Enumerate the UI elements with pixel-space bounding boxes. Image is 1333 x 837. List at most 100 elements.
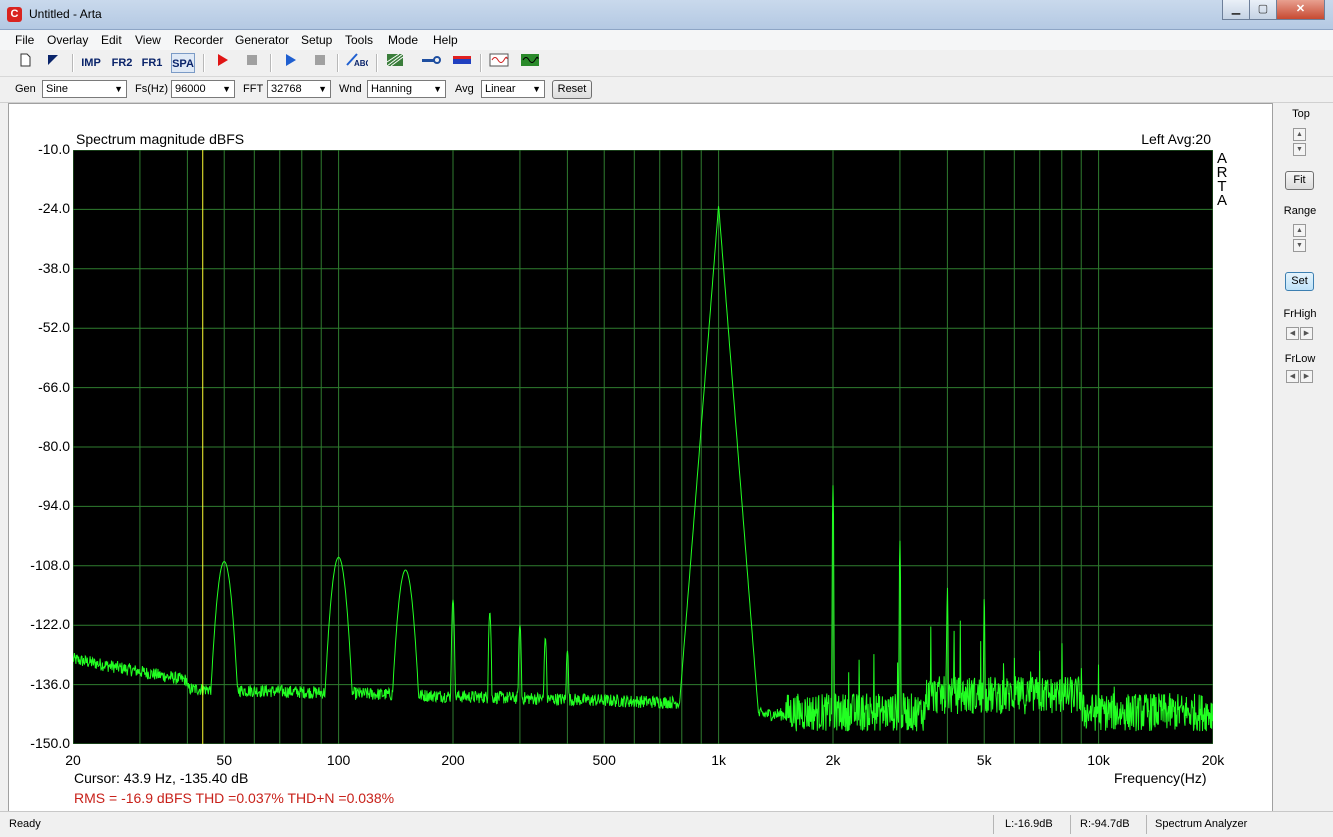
x-tick-label: 2k [825,752,841,768]
impulse-mode-button[interactable]: IMP [79,53,103,73]
menu-view[interactable]: View [135,33,161,47]
y-tick-label: -136.0 [30,675,70,692]
arta-watermark: A R T A [1215,151,1229,209]
frhigh-left-button[interactable]: ◀ [1286,327,1299,340]
range-label: Range [1283,205,1317,217]
y-tick-label: -38.0 [38,259,70,276]
channel-info: Left Avg:20 [1141,131,1211,147]
fft-label: FFT [243,83,264,95]
set-button[interactable]: Set [1285,272,1314,291]
range-up-button[interactable]: ▲ [1293,224,1306,237]
window-title: Untitled - Arta [29,7,102,21]
top-label: Top [1292,108,1310,120]
right-control-panel: Top ▲ ▼ Fit Range ▲ ▼ Set FrHigh ◀ ▶ FrL… [1273,103,1333,811]
app-icon: C [7,7,22,22]
y-tick-label: -52.0 [38,319,70,336]
chevron-down-icon: ▼ [433,84,442,94]
x-tick-label: 50 [216,752,232,768]
x-tick-label: 10k [1087,752,1110,768]
x-tick-label: 5k [976,752,992,768]
status-mode: Spectrum Analyzer [1155,818,1248,830]
menu-file[interactable]: File [15,33,34,47]
spa-mode-button[interactable]: SPA [171,53,195,73]
settings-toolbar: Gen Sine ▼ Fs(Hz) 96000 ▼ FFT 32768 ▼ Wn… [0,77,1333,103]
main-toolbar: IMP FR2 FR1 SPA ABC [0,51,1333,77]
frhigh-right-button[interactable]: ▶ [1300,327,1313,340]
menu-overlay[interactable]: Overlay [47,33,88,47]
wnd-select-value: Hanning [371,83,412,95]
toolbar-separator [480,54,482,72]
range-down-button[interactable]: ▼ [1293,239,1306,252]
status-left-level: L:-16.9dB [1005,818,1053,830]
status-ready: Ready [9,818,41,830]
menu-edit[interactable]: Edit [101,33,122,47]
fr1-mode-button[interactable]: FR1 [140,53,164,73]
y-tick-label: -122.0 [30,616,70,633]
fr2-mode-button[interactable]: FR2 [110,53,134,73]
frhigh-label: FrHigh [1283,308,1317,320]
gen-label: Gen [15,83,36,95]
status-separator [993,815,994,834]
green-wave-icon[interactable] [518,53,542,73]
wnd-select[interactable]: Hanning ▼ [367,80,446,98]
band-icon[interactable] [450,53,474,73]
fft-select-value: 32768 [271,83,302,95]
chevron-down-icon: ▼ [114,84,123,94]
fs-select-value: 96000 [175,83,206,95]
new-file-icon[interactable] [13,53,37,73]
open-icon[interactable] [41,53,65,73]
grid-icon[interactable] [383,53,407,73]
reset-button[interactable]: Reset [552,80,592,99]
x-tick-label: 200 [441,752,465,768]
frlow-label: FrLow [1284,353,1316,365]
x-tick-label: 100 [326,752,351,768]
close-button[interactable]: ✕ [1276,0,1325,20]
fs-label: Fs(Hz) [135,83,168,95]
menu-help[interactable]: Help [433,33,458,47]
menu-generator[interactable]: Generator [235,33,289,47]
gen-select[interactable]: Sine ▼ [42,80,127,98]
y-tick-label: -94.0 [38,497,70,514]
fit-button[interactable]: Fit [1285,171,1314,190]
record-icon[interactable] [210,53,234,73]
frlow-left-button[interactable]: ◀ [1286,370,1299,383]
avg-select[interactable]: Linear ▼ [481,80,545,98]
maximize-button[interactable]: ▢ [1249,0,1277,20]
menu-setup[interactable]: Setup [301,33,332,47]
toolbar-separator [203,54,205,72]
toolbar-separator [270,54,272,72]
sine-icon[interactable] [487,53,511,73]
fs-select[interactable]: 96000 ▼ [171,80,235,98]
menu-mode[interactable]: Mode [388,33,418,47]
toolbar-separator [376,54,378,72]
y-tick-label: -24.0 [38,200,70,217]
top-up-button[interactable]: ▲ [1293,128,1306,141]
y-tick-label: -150.0 [30,735,70,751]
toolbar-separator [337,54,339,72]
status-separator [1146,815,1147,834]
y-tick-label: -108.0 [30,556,70,573]
menu-tools[interactable]: Tools [345,33,373,47]
frlow-right-button[interactable]: ▶ [1300,370,1313,383]
avg-label: Avg [455,83,474,95]
status-separator [1070,815,1071,834]
stop2-icon[interactable] [308,53,332,73]
fft-select[interactable]: 32768 ▼ [267,80,331,98]
chevron-down-icon: ▼ [532,84,541,94]
spectrum-plot[interactable] [73,150,1213,744]
toolbar-separator [72,54,74,72]
watermark-letter: A [1216,192,1227,209]
avg-select-value: Linear [485,83,516,95]
status-right-level: R:-94.7dB [1080,818,1130,830]
menu-bar: File Overlay Edit View Recorder Generato… [0,30,1333,50]
key-icon[interactable] [419,53,443,73]
status-bar: Ready L:-16.9dB R:-94.7dB Spectrum Analy… [0,811,1333,837]
wnd-label: Wnd [339,83,362,95]
x-tick-label: 1k [711,752,726,768]
top-down-button[interactable]: ▼ [1293,143,1306,156]
abc-icon[interactable]: ABC [345,53,372,73]
stop-icon[interactable] [240,53,264,73]
play-icon[interactable] [278,53,302,73]
menu-recorder[interactable]: Recorder [174,33,223,47]
minimize-button[interactable]: ▁ [1222,0,1250,20]
